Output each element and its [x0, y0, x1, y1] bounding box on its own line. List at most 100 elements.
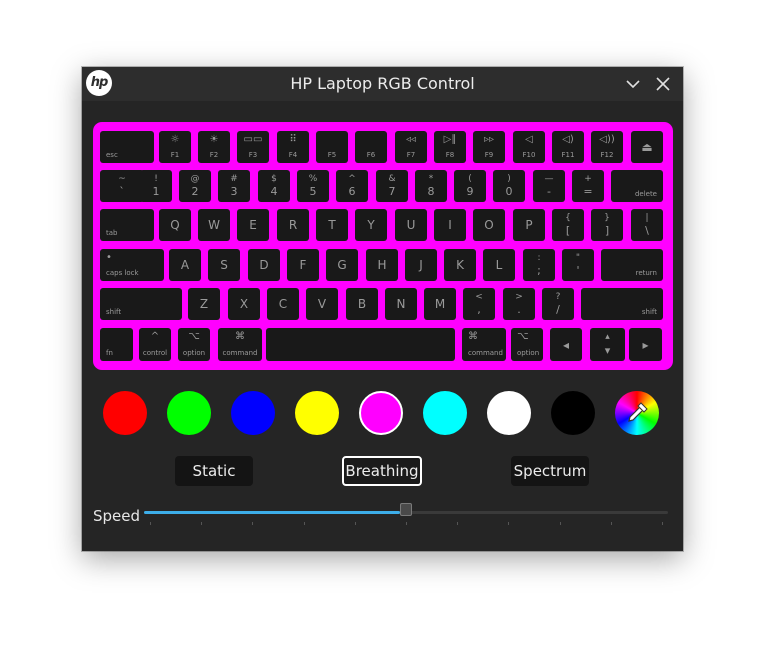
key-backslash: | \: [631, 209, 663, 241]
color-swatch-white[interactable]: [487, 391, 531, 435]
key-shift-label: !: [154, 174, 158, 184]
key-icon: ◃◃: [405, 134, 417, 145]
key-label: F7: [406, 151, 416, 159]
key-shift-label: ▴: [605, 332, 610, 342]
key-label: E: [249, 218, 257, 232]
key-label: L: [495, 258, 503, 272]
key-shift-label: :: [537, 253, 541, 263]
key-0: ) 0: [493, 170, 525, 202]
slider-tick: [303, 522, 305, 525]
key-f9: ▹▹ F9: [473, 131, 505, 163]
key-shift-label: ^: [348, 174, 356, 184]
key-rbracket: }]: [591, 209, 623, 241]
key-icon: ⌥: [188, 331, 200, 342]
breathing-mode-button[interactable]: Breathing: [342, 456, 422, 486]
key-p: P: [513, 209, 545, 241]
key-4: $4: [258, 170, 290, 202]
key-f6: F6: [355, 131, 387, 163]
key-label: S: [220, 258, 228, 272]
color-swatch-black[interactable]: [551, 391, 595, 435]
color-swatch-blue[interactable]: [231, 391, 275, 435]
key-label: esc: [106, 151, 118, 159]
key-label: F2: [209, 151, 219, 159]
key-label: T: [328, 218, 336, 232]
key-f2: ☀ F2: [198, 131, 230, 163]
color-swatch-cyan[interactable]: [423, 391, 467, 435]
key-label: caps lock: [106, 269, 139, 277]
key-minus: — -: [533, 170, 565, 202]
key-label: 2: [191, 185, 199, 198]
key-label: 6: [348, 185, 356, 198]
key-w: W: [198, 209, 230, 241]
key-label: =: [583, 185, 593, 198]
key-label: W: [208, 218, 220, 232]
slider-tick: [559, 522, 561, 525]
key-icon: ▹▹: [483, 134, 495, 145]
key-icon: ⌘: [468, 331, 478, 342]
key-icon: ▭▭: [243, 134, 263, 145]
key-icon: ☀: [209, 134, 219, 145]
color-swatch-magenta[interactable]: [359, 391, 403, 435]
key-label: ,: [477, 303, 481, 316]
key-i: I: [434, 209, 466, 241]
minimize-chevron-icon[interactable]: [624, 75, 642, 93]
key-h: H: [366, 249, 398, 281]
slider-tick: [508, 522, 510, 525]
key-shift-label: (: [468, 174, 472, 184]
key-label: 8: [427, 185, 435, 198]
spectrum-mode-button[interactable]: Spectrum: [511, 456, 589, 486]
key-label: delete: [634, 190, 657, 198]
key-label: U: [406, 218, 416, 232]
key-label: option: [182, 349, 206, 357]
close-icon[interactable]: [654, 75, 672, 93]
key-label: 4: [270, 185, 278, 198]
key-return: return: [601, 249, 663, 281]
key-shift-label: ~: [118, 174, 126, 184]
key-rcommand: ⌘ command: [462, 328, 506, 361]
color-swatch-green[interactable]: [167, 391, 211, 435]
key-j: J: [405, 249, 437, 281]
window-title: HP Laptop RGB Control: [290, 74, 475, 93]
key-label: ▾: [604, 344, 611, 357]
key-f8: ▷∥ F8: [434, 131, 466, 163]
key-f12: ◁)) F12: [591, 131, 623, 163]
key-label: \: [645, 224, 649, 237]
key-icon: ⠿: [289, 134, 297, 145]
key-shift-label: —: [544, 174, 554, 184]
key-f4: ⠿ F4: [277, 131, 309, 163]
key-label: ;: [537, 264, 541, 277]
speed-slider-thumb[interactable]: [400, 503, 412, 516]
key-semicolon: :;: [523, 249, 555, 281]
key-1: ! 1: [140, 170, 172, 202]
static-mode-button[interactable]: Static: [175, 456, 253, 486]
key-label: option: [517, 349, 540, 357]
slider-tick: [457, 522, 459, 525]
key-f: F: [287, 249, 319, 281]
key-shift-label: $: [271, 174, 277, 184]
key-shift-label: |: [645, 213, 649, 223]
key-label: B: [357, 297, 367, 311]
key-icon: ▸: [642, 337, 649, 352]
key-t: T: [316, 209, 348, 241]
key-m: M: [424, 288, 456, 320]
key-b: B: [346, 288, 378, 320]
color-swatch-red[interactable]: [103, 391, 147, 435]
keyboard-preview: esc ☼ F1 ☀ F2 ▭▭ F3 ⠿ F4 F5 F6 ◃◃ F7 ▷∥ F8 ▹▹ F9 ◁ F10 ◁) F1…: [93, 122, 673, 370]
key-rshift: shift: [581, 288, 663, 320]
key-label: Z: [199, 297, 209, 311]
key-n: N: [385, 288, 417, 320]
key-tab: tab: [100, 209, 154, 241]
key-c: C: [267, 288, 299, 320]
color-picker-button[interactable]: [615, 391, 659, 435]
key-shift-label: &: [388, 174, 396, 184]
key-label: V: [317, 297, 327, 311]
color-swatch-yellow[interactable]: [295, 391, 339, 435]
key-label: F4: [288, 151, 298, 159]
key-9: (9: [454, 170, 486, 202]
key-lbracket: {[: [552, 209, 584, 241]
slider-tick: [201, 522, 203, 525]
key-shift-label: }: [604, 213, 610, 223]
key-label: command: [468, 349, 503, 357]
eyedropper-icon: [628, 402, 648, 422]
speed-slider-fill: [144, 511, 400, 514]
